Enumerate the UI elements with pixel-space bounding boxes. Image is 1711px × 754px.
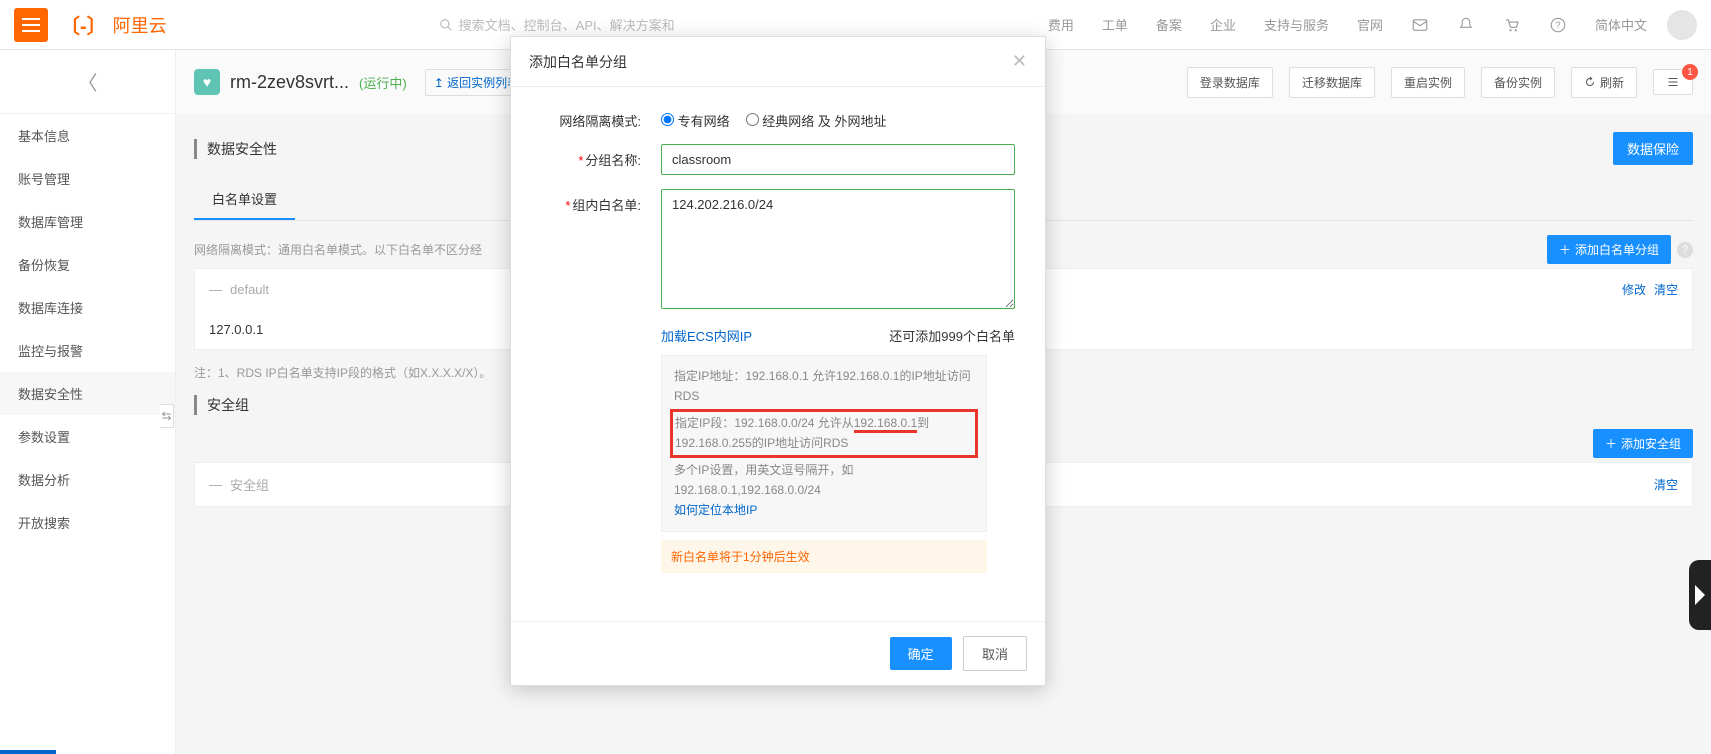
top-link-site[interactable]: 官网 [1349,15,1391,34]
load-ecs-link[interactable]: 加载ECS内网IP [661,326,752,345]
nav-basic-info[interactable]: 基本信息 [0,114,175,157]
radio-classic[interactable]: 经典网络 及 外网地址 [746,111,887,130]
mode-note-text: 网络隔离模式：通用白名单模式。以下白名单不区分经 [194,241,482,258]
side-floating-tab[interactable] [1689,560,1711,630]
refresh-button[interactable]: 刷新 [1571,67,1637,98]
modal-title: 添加白名单分组 [529,52,627,72]
whitelist-label: 组内白名单: [541,189,661,214]
help-multi-line: 多个IP设置，用英文逗号隔开，如192.168.0.1,192.168.0.0/… [674,460,974,501]
instance-name: rm-2zev8svrt... [230,72,349,93]
sg-panel-actions: 清空 [1654,476,1678,493]
add-security-group-button[interactable]: ＋添加安全组 [1593,429,1693,458]
brand-logo[interactable]: 〔-〕 阿里云 [60,10,167,39]
help-icon[interactable]: ? [1549,16,1567,34]
radio-vpc[interactable]: 专有网络 [661,111,730,130]
sg-panel-name: 安全组 [230,475,269,494]
brand-text: 阿里云 [113,12,167,38]
notification-badge: 1 [1682,64,1698,80]
nav-database[interactable]: 数据库管理 [0,200,175,243]
nav-params[interactable]: 参数设置 [0,415,175,458]
modal-header: 添加白名单分组 ✕ [511,37,1045,87]
group-name-input[interactable] [661,144,1015,175]
user-avatar[interactable] [1667,10,1697,40]
top-link-fee[interactable]: 费用 [1040,15,1082,34]
tab-whitelist[interactable]: 白名单设置 [194,179,295,220]
highlighted-segment-help: 指定IP段：192.168.0.0/24 允许从192.168.0.1到192.… [670,409,978,458]
backup-button[interactable]: 备份实例 [1481,67,1555,98]
panel-default-actions: 修改 清空 [1622,281,1678,298]
help-ip-line: 指定IP地址：192.168.0.1 允许192.168.0.1的IP地址访问R… [674,366,974,407]
add-whitelist-modal: 添加白名单分组 ✕ 网络隔离模式: 专有网络 经典网络 及 外网地址 分组名称:… [510,36,1046,686]
migrate-db-button[interactable]: 迁移数据库 [1289,67,1375,98]
global-search[interactable]: 搜索文档、控制台、API、解决方案和 [439,15,699,34]
effective-warning: 新白名单将于1分钟后生效 [661,540,987,573]
bell-icon[interactable] [1457,16,1475,34]
section-title: 数据安全性 [194,139,277,159]
refresh-icon [1584,76,1596,88]
top-link-ticket[interactable]: 工单 [1094,15,1136,34]
db-badge-icon: ♥ [194,69,220,95]
list-toggle-button[interactable]: 1 [1653,69,1693,95]
message-icon[interactable] [1411,16,1429,34]
restart-button[interactable]: 重启实例 [1391,67,1465,98]
top-link-support[interactable]: 支持与服务 [1256,15,1337,34]
nav-connection[interactable]: 数据库连接 [0,286,175,329]
nav-backup[interactable]: 备份恢复 [0,243,175,286]
svg-text:?: ? [1555,20,1560,30]
group-name-label: 分组名称: [541,144,661,169]
lang-selector[interactable]: 简体中文 [1587,15,1655,34]
panel-default-name: default [230,282,269,297]
whitelist-textarea[interactable] [661,189,1015,309]
nav-monitor[interactable]: 监控与报警 [0,329,175,372]
cart-icon[interactable] [1503,16,1521,34]
nav-analysis[interactable]: 数据分析 [0,458,175,501]
search-placeholder: 搜索文档、控制台、API、解决方案和 [459,15,675,34]
instance-status: (运行中) [359,73,407,92]
collapse-icon: — [209,477,222,492]
nav-security[interactable]: 数据安全性 [0,372,175,415]
top-link-beian[interactable]: 备案 [1148,15,1190,34]
add-whitelist-group-button[interactable]: ＋添加白名单分组 [1547,235,1671,264]
sidebar-collapse-handle[interactable]: ⇆ [160,404,174,428]
security-group-title: 安全组 [194,395,249,415]
isolation-label: 网络隔离模式: [541,105,661,130]
search-icon [439,18,453,32]
ok-button[interactable]: 确定 [890,637,952,670]
whitelist-sublinks: 加载ECS内网IP 还可添加999个白名单 [661,326,1015,345]
page-progress-bar [0,750,56,754]
isolation-radios: 专有网络 经典网络 及 外网地址 [661,105,1015,130]
list-icon [1666,76,1680,88]
edit-link[interactable]: 修改 [1622,281,1646,298]
login-db-button[interactable]: 登录数据库 [1187,67,1273,98]
left-sidebar: 〈 基本信息 账号管理 数据库管理 备份恢复 数据库连接 监控与报警 数据安全性… [0,50,176,754]
collapse-icon: — [209,282,222,297]
clear-link[interactable]: 清空 [1654,281,1678,298]
ip-help-box: 指定IP地址：192.168.0.1 允许192.168.0.1的IP地址访问R… [661,355,987,532]
top-link-enterprise[interactable]: 企业 [1202,15,1244,34]
back-chevron[interactable]: 〈 [0,50,175,114]
remaining-count: 还可添加999个白名单 [889,326,1015,345]
sg-clear-link[interactable]: 清空 [1654,476,1678,493]
modal-close-button[interactable]: ✕ [1012,51,1027,72]
cancel-button[interactable]: 取消 [963,636,1027,671]
logo-bracket-icon: 〔-〕 [60,10,107,39]
locate-ip-link[interactable]: 如何定位本地IP [674,503,757,517]
data-insurance-button[interactable]: 数据保险 [1613,132,1693,165]
nav-opensearch[interactable]: 开放搜索 [0,501,175,544]
help-icon[interactable]: ? [1677,242,1693,258]
hamburger-icon [22,18,40,32]
menu-button[interactable] [14,8,48,42]
modal-footer: 确定 取消 [511,621,1045,685]
nav-account[interactable]: 账号管理 [0,157,175,200]
